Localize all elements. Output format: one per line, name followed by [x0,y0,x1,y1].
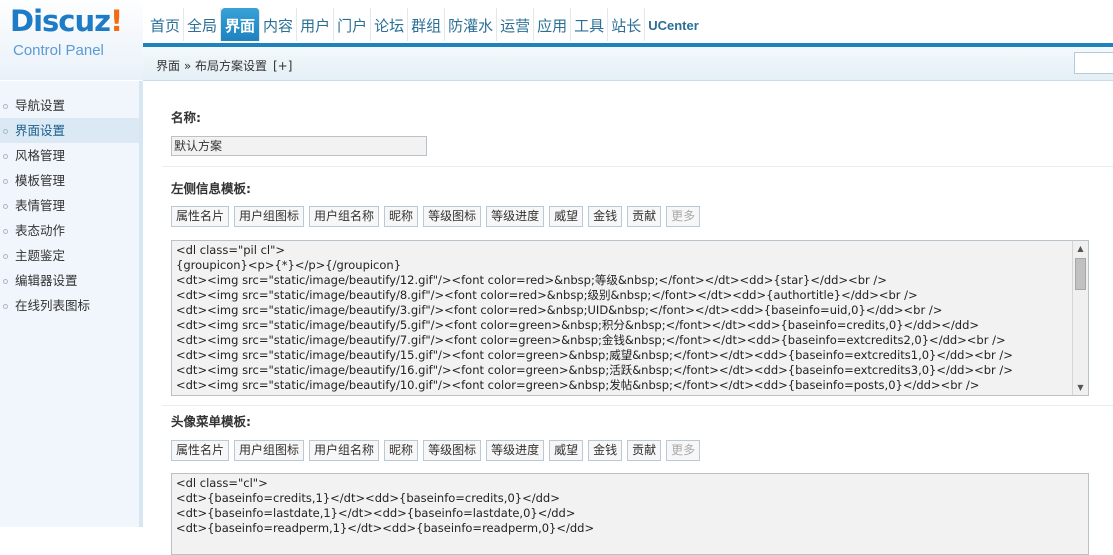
template-insert-button[interactable]: 用户组图标 [234,440,305,461]
template-insert-button[interactable]: 昵称 [384,206,419,227]
code-line: <dt>{baseinfo=credits,1}</dt><dd>{basein… [176,491,560,505]
add-shortcut-link[interactable]: [+] [273,59,292,73]
template-insert-button[interactable]: 属性名片 [171,440,230,461]
code-line: <dt><img src="static/image/beautify/8.gi… [176,288,918,302]
template-insert-button[interactable]: 等级图标 [423,440,482,461]
template-insert-button[interactable]: 威望 [549,206,584,227]
sidebar-item[interactable]: 表态动作 [0,218,139,243]
nav-tab[interactable]: 站长 [608,8,646,41]
divider [162,166,1113,167]
nav-tab[interactable]: 群组 [408,8,446,41]
template-insert-button[interactable]: 等级图标 [423,206,482,227]
avatar-template-label: 头像菜单模板: [171,414,251,429]
sidebar-item[interactable]: 表情管理 [0,193,139,218]
template-insert-button[interactable]: 等级进度 [486,440,545,461]
template-insert-button[interactable]: 威望 [549,440,584,461]
name-field[interactable]: 默认方案 [171,136,427,156]
logo-brand: Discuz! [10,4,123,38]
template-insert-button[interactable]: 金钱 [588,440,623,461]
sidebar-item[interactable]: 在线列表图标 [0,293,139,318]
scroll-down-icon[interactable]: ▼ [1073,380,1088,395]
template-insert-button[interactable]: 用户组图标 [234,206,305,227]
nav-tab[interactable]: 内容 [260,8,298,41]
nav-tab[interactable]: 工具 [571,8,609,41]
search-input[interactable] [1074,52,1113,74]
sidebar-item[interactable]: 界面设置 [0,118,139,143]
nav-tab[interactable]: 应用 [534,8,572,41]
sidebar-item[interactable]: 模板管理 [0,168,139,193]
code-line: <dl class="cl"> [176,476,268,490]
nav-tab[interactable]: 防灌水 [445,8,498,41]
nav-tab[interactable]: 门户 [334,8,372,41]
left-template-textarea[interactable]: <dl class="pil cl"> {groupicon}<p>{*}</p>… [171,240,1089,396]
code-line: <dt>{baseinfo=readperm,1}</dt><dd>{basei… [176,521,595,535]
sidebar-item[interactable]: 导航设置 [0,93,139,118]
top-navigation: 首页 全局 界面 内容 用户 门户 论坛 群组 防灌水 运营 应用 工具 站长 UCenter [143,0,1113,43]
nav-tab[interactable]: 论坛 [371,8,409,41]
code-line: {groupicon}<p>{*}</p>{/groupicon} [176,258,402,272]
code-line: <dt><img src="static/image/beautify/7.gi… [176,333,1006,347]
code-line: <dt><img src="static/image/beautify/16.g… [176,363,1013,377]
code-line: <dt><img src="static/image/beautify/3.gi… [176,303,943,317]
nav-tab[interactable]: 全局 [184,8,222,41]
sidebar: 导航设置 界面设置 风格管理 模板管理 表情管理 表态动作 主题鉴定 编辑器设置 在线列表图标 [0,81,143,527]
code-line: <dt><img src="static/image/beautify/15.g… [176,348,1013,362]
code-line: <dt><img src="static/image/beautify/5.gi… [176,318,980,332]
nav-tab[interactable]: 首页 [147,8,185,41]
logo[interactable]: Discuz! Control Panel [0,0,143,80]
code-line: <dl class="pil cl"> [176,243,286,257]
template-insert-button[interactable]: 用户组名称 [309,206,380,227]
code-line: <dt>{baseinfo=lastdate,1}</dt><dd>{basei… [176,506,576,520]
header: Discuz! Control Panel 首页 全局 界面 内容 用户 门户 论坛 群组 防灌… [0,0,1113,81]
template-insert-button[interactable]: 贡献 [627,440,662,461]
divider [162,405,1113,406]
main-content: 名称: 默认方案 左侧信息模板: 属性名片 用户组图标 用户组名称 昵称 等级图标 等级进… [147,81,1113,555]
breadcrumb-bar: 界面 » 布局方案设置 [+] [143,47,1113,81]
left-template-label: 左侧信息模板: [171,181,251,196]
template-insert-button[interactable]: 用户组名称 [309,440,380,461]
scroll-thumb[interactable] [1075,258,1086,290]
nav-tab[interactable]: UCenter [645,8,702,41]
scrollbar[interactable]: ▲ ▼ [1072,241,1088,395]
template-insert-button[interactable]: 等级进度 [486,206,545,227]
template-insert-button[interactable]: 更多 [666,206,701,227]
template-insert-button[interactable]: 属性名片 [171,206,230,227]
left-template-toolbar: 属性名片 用户组图标 用户组名称 昵称 等级图标 等级进度 威望 金钱 贡献 更多 [171,206,701,227]
sidebar-item[interactable]: 编辑器设置 [0,268,139,293]
scroll-up-icon[interactable]: ▲ [1073,241,1088,256]
template-insert-button[interactable]: 贡献 [627,206,662,227]
logo-subtitle: Control Panel [13,42,104,59]
template-insert-button[interactable]: 更多 [666,440,701,461]
avatar-template-toolbar: 属性名片 用户组图标 用户组名称 昵称 等级图标 等级进度 威望 金钱 贡献 更多 [171,440,701,461]
code-line: <dt><img src="static/image/beautify/10.g… [176,378,980,392]
breadcrumb: 界面 » 布局方案设置 [+] [156,59,293,73]
nav-tab[interactable]: 用户 [297,8,335,41]
avatar-template-textarea[interactable]: <dl class="cl"> <dt>{baseinfo=credits,1}<… [171,473,1089,555]
sidebar-item[interactable]: 风格管理 [0,143,139,168]
nav-tab[interactable]: 界面 [221,8,261,41]
template-insert-button[interactable]: 昵称 [384,440,419,461]
sidebar-item[interactable]: 主题鉴定 [0,243,139,268]
name-label: 名称: [171,110,201,125]
template-insert-button[interactable]: 金钱 [588,206,623,227]
code-line: <dt><img src="static/image/beautify/12.g… [176,273,887,287]
nav-tab[interactable]: 运营 [497,8,535,41]
